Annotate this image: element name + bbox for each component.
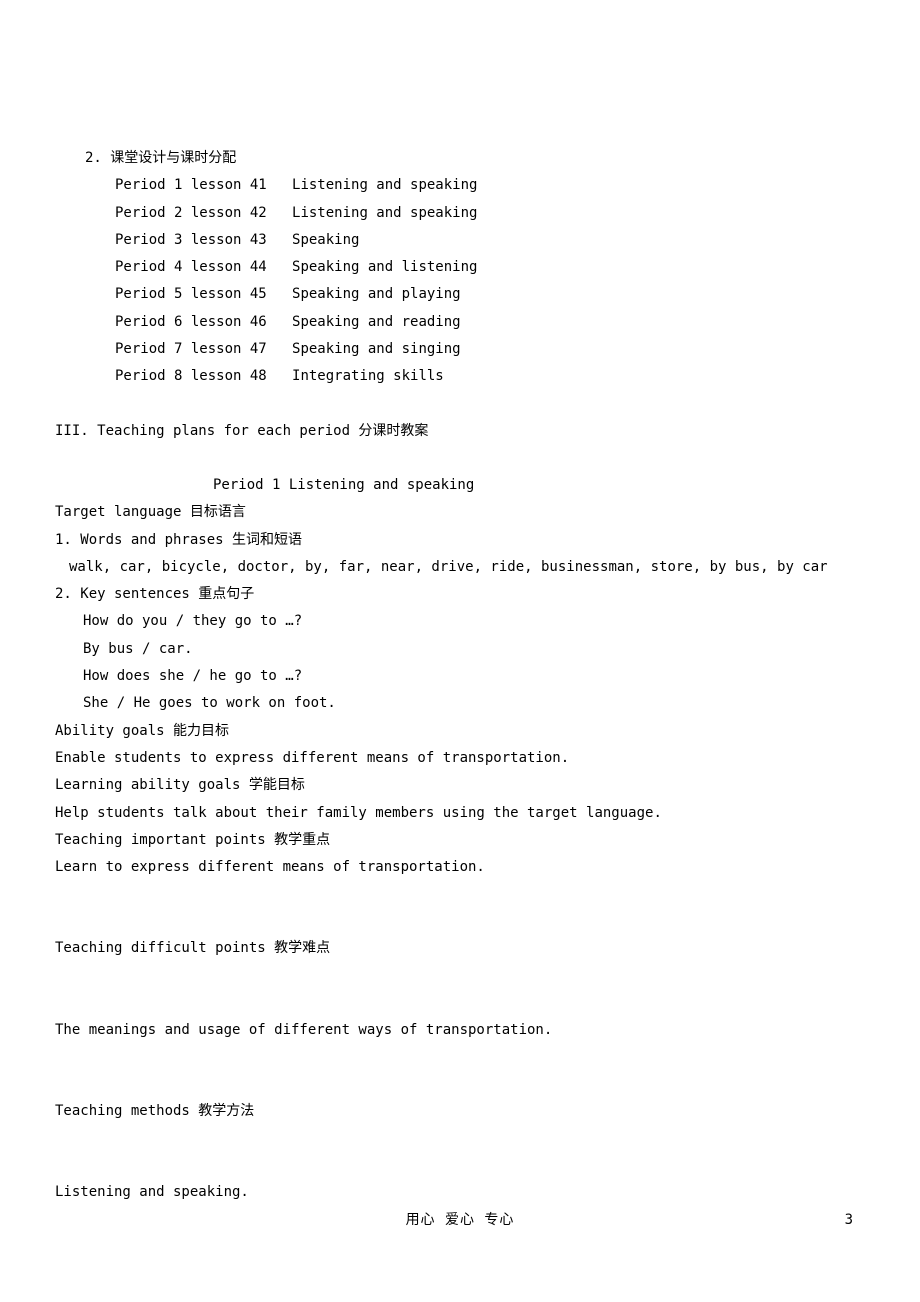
methods-heading: Teaching methods 教学方法 xyxy=(55,1098,865,1125)
period-list: Period 1 lesson 41 Listening and speakin… xyxy=(115,172,865,390)
key-sentence: How do you / they go to …? xyxy=(83,608,865,635)
period-row: Period 7 lesson 47 Speaking and singing xyxy=(115,336,865,363)
ability-goals-content: Enable students to express different mea… xyxy=(55,745,865,772)
period-row: Period 3 lesson 43 Speaking xyxy=(115,227,865,254)
period-label: Period 8 lesson 48 xyxy=(115,368,267,384)
period-label: Period 3 lesson 43 xyxy=(115,232,267,248)
period-row: Period 4 lesson 44 Speaking and listenin… xyxy=(115,254,865,281)
period-desc: Speaking and reading xyxy=(292,314,461,330)
footer-motto: 用心 爱心 专心 xyxy=(0,1207,920,1234)
important-points-content: Learn to express different means of tran… xyxy=(55,854,865,881)
period1-title: Period 1 Listening and speaking xyxy=(213,472,865,499)
period-row: Period 5 lesson 45 Speaking and playing xyxy=(115,281,865,308)
difficult-points-content: The meanings and usage of different ways… xyxy=(55,1017,865,1044)
period-desc: Speaking and listening xyxy=(292,259,477,275)
period-desc: Speaking and playing xyxy=(292,286,461,302)
page-footer: 用心 爱心 专心 3 xyxy=(0,1207,920,1234)
period-desc: Speaking xyxy=(292,232,359,248)
period-label: Period 4 lesson 44 xyxy=(115,259,267,275)
words-heading: 1. Words and phrases 生词和短语 xyxy=(55,527,865,554)
methods-content: Listening and speaking. xyxy=(55,1179,865,1206)
period-row: Period 8 lesson 48 Integrating skills xyxy=(115,363,865,390)
important-points-heading: Teaching important points 教学重点 xyxy=(55,827,865,854)
period-desc: Integrating skills xyxy=(292,368,444,384)
words-content: walk, car, bicycle, doctor, by, far, nea… xyxy=(69,554,865,581)
period-label: Period 7 lesson 47 xyxy=(115,341,267,357)
ability-goals-heading: Ability goals 能力目标 xyxy=(55,718,865,745)
period-row: Period 2 lesson 42 Listening and speakin… xyxy=(115,200,865,227)
section3-heading: III. Teaching plans for each period 分课时教… xyxy=(55,418,865,445)
period-label: Period 1 lesson 41 xyxy=(115,177,267,193)
key-sentence: She / He goes to work on foot. xyxy=(83,690,865,717)
period-row: Period 6 lesson 46 Speaking and reading xyxy=(115,309,865,336)
period-desc: Speaking and singing xyxy=(292,341,461,357)
period-label: Period 6 lesson 46 xyxy=(115,314,267,330)
page-number: 3 xyxy=(845,1207,853,1234)
period-desc: Listening and speaking xyxy=(292,177,477,193)
period-row: Period 1 lesson 41 Listening and speakin… xyxy=(115,172,865,199)
learning-goals-content: Help students talk about their family me… xyxy=(55,800,865,827)
period-label: Period 5 lesson 45 xyxy=(115,286,267,302)
key-sentence: By bus / car. xyxy=(83,636,865,663)
period-desc: Listening and speaking xyxy=(292,205,477,221)
section-design-title: 2. 课堂设计与课时分配 xyxy=(85,145,865,172)
key-sentence: How does she / he go to …? xyxy=(83,663,865,690)
period-label: Period 2 lesson 42 xyxy=(115,205,267,221)
learning-goals-heading: Learning ability goals 学能目标 xyxy=(55,772,865,799)
difficult-points-heading: Teaching difficult points 教学难点 xyxy=(55,935,865,962)
target-language-heading: Target language 目标语言 xyxy=(55,499,865,526)
key-sentences-heading: 2. Key sentences 重点句子 xyxy=(55,581,865,608)
